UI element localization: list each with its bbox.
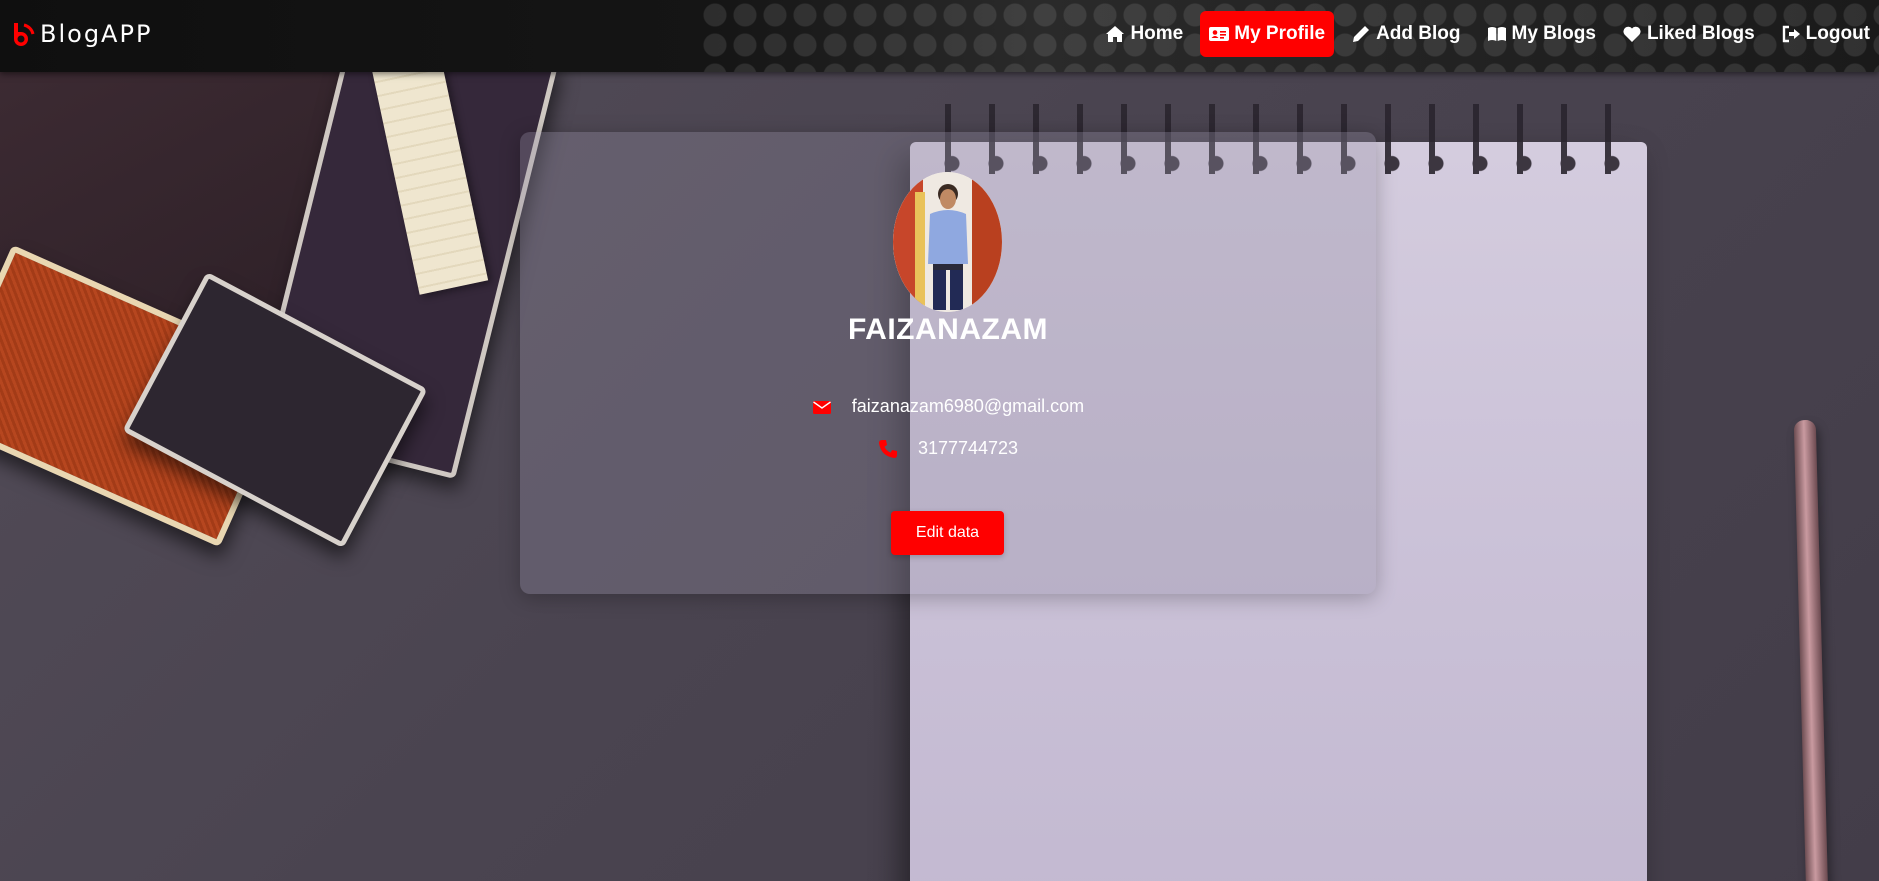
- nav-item-label: Home: [1130, 23, 1184, 44]
- pencil-icon: [1351, 24, 1371, 44]
- nav-item-liked-blogs[interactable]: Liked Blogs: [1613, 11, 1764, 57]
- nav-item-my-profile[interactable]: My Profile: [1200, 11, 1335, 57]
- brand[interactable]: BlogAPP: [10, 20, 152, 48]
- blogapp-logo-icon: [10, 21, 36, 47]
- nav-item-home[interactable]: Home: [1096, 11, 1192, 57]
- nav-item-add-blog[interactable]: Add Blog: [1342, 11, 1469, 57]
- edit-data-button[interactable]: Edit data: [891, 511, 1004, 555]
- nav-item-my-blogs[interactable]: My Blogs: [1478, 11, 1605, 57]
- nav-item-label: Add Blog: [1376, 23, 1461, 44]
- profile-email: faizanazam6980@gmail.com: [851, 396, 1085, 416]
- envelope-icon: [812, 397, 832, 417]
- book-icon: [1487, 24, 1507, 44]
- nav-item-label: My Profile: [1234, 23, 1326, 44]
- nav-menu: Home My Profile Add Blog My Blogs Liked …: [1088, 10, 1879, 58]
- nav-item-logout[interactable]: Logout: [1772, 11, 1879, 57]
- avatar: [893, 172, 1002, 312]
- profile-name: FAIZANAZAM: [848, 313, 1048, 346]
- top-navbar: BlogAPP Home My Profile Add Blog My Blog…: [0, 0, 1879, 72]
- heart-icon: [1622, 24, 1642, 44]
- brand-name: BlogAPP: [40, 20, 153, 48]
- nav-item-label: Liked Blogs: [1646, 23, 1755, 44]
- logout-icon: [1781, 24, 1801, 44]
- profile-phone-row: 3177744723: [520, 438, 1376, 459]
- profile-card: FAIZANAZAM faizanazam6980@gmail.com 3177…: [520, 132, 1376, 594]
- phone-icon: [878, 439, 898, 459]
- profile-card-icon: [1209, 24, 1230, 44]
- nav-item-label: Logout: [1805, 23, 1870, 44]
- home-icon: [1105, 24, 1125, 44]
- nav-item-label: My Blogs: [1511, 23, 1596, 44]
- background-pen: [1793, 419, 1829, 881]
- profile-phone: 3177744723: [917, 438, 1019, 458]
- profile-email-row: faizanazam6980@gmail.com: [520, 396, 1376, 417]
